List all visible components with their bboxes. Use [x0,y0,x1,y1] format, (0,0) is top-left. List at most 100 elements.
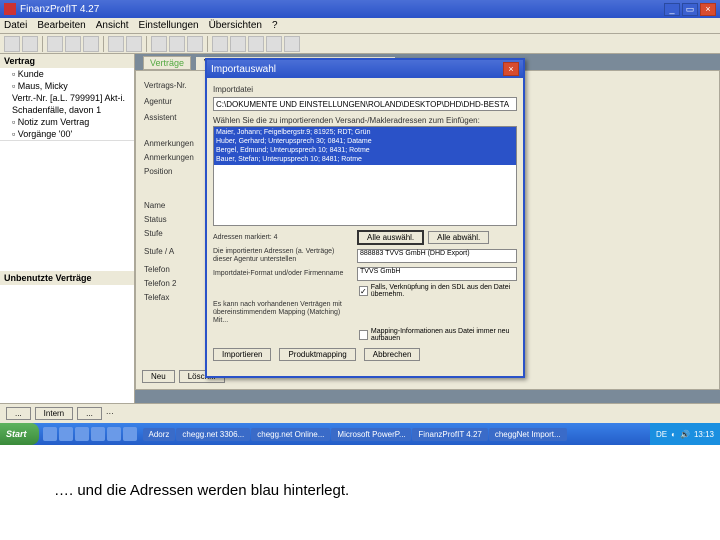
agency-select[interactable]: 888883 TVVS GmbH (DHD Export) [357,249,517,263]
checkbox-label: Falls, Verknüpfung in den SDL aus den Da… [371,284,517,298]
menu-item[interactable]: ? [272,20,278,31]
label: Status [144,215,167,224]
label: Telefon 2 [144,279,176,288]
label: Importdatei [213,85,253,94]
app-window: FinanzProfIT 4.27 _ ▭ × Datei Bearbeiten… [0,0,720,445]
toolbar-button[interactable] [22,36,38,52]
dialog-close-button[interactable]: × [503,62,519,76]
toolbar-button[interactable] [126,36,142,52]
toolbar-button[interactable] [212,36,228,52]
task-item[interactable]: Adorz [143,428,176,441]
select-all-button[interactable]: Alle auswähl. [357,230,424,245]
tree-item[interactable]: Schadenfälle, davon 1 [0,104,134,116]
task-item[interactable]: chegg.net Online... [251,428,330,441]
ql-icon[interactable] [123,427,137,441]
bottom-button[interactable]: ... [77,407,102,420]
bottom-sep: ··· [106,409,114,418]
quick-launch [39,427,141,441]
task-item[interactable]: FinanzProfIT 4.27 [412,428,487,441]
label: Telefon [144,265,170,274]
slide-caption: …. und die Adressen werden blau hinterle… [54,482,349,499]
ql-icon[interactable] [91,427,105,441]
import-button[interactable]: Importieren [213,348,271,361]
label: Stufe / A [144,247,174,256]
toolbar-button[interactable] [284,36,300,52]
cancel-button[interactable]: Abbrechen [364,348,421,361]
toolbar-button[interactable] [151,36,167,52]
checkbox[interactable]: ✓ [359,286,368,296]
separator [42,36,43,52]
tree-header[interactable]: Vertrag [0,54,134,68]
app-icon [4,3,16,15]
menu-item[interactable]: Datei [4,20,27,31]
tree-item[interactable]: ▫ Maus, Micky [0,80,134,92]
toolbar-button[interactable] [47,36,63,52]
tree-item[interactable]: Vertr.-Nr. [a.L. 799991] Akt-i. [0,92,134,104]
tree-item[interactable]: ▫ Kunde [0,68,134,80]
label: Importdatei-Format und/oder Firmenname [213,270,353,278]
label: Stufe [144,229,163,238]
task-item[interactable]: chegg.net 3306... [176,428,250,441]
minimize-button[interactable]: _ [664,3,680,16]
tree-panel: Vertrag ▫ Kunde ▫ Maus, Micky Vertr.-Nr.… [0,54,135,409]
task-item[interactable]: cheggNet Import... [489,428,567,441]
menu-item[interactable]: Ansicht [96,20,129,31]
toolbar-button[interactable] [230,36,246,52]
lang-indicator[interactable]: DE [656,430,667,439]
label: Wählen Sie die zu importierenden Versand… [213,116,480,125]
label: Position [144,167,172,176]
separator [103,36,104,52]
new-button[interactable]: Neu [142,370,175,383]
format-select[interactable]: TVVS GmbH [357,267,517,281]
toolbar-button[interactable] [65,36,81,52]
task-item[interactable]: Microsoft PowerP... [331,428,411,441]
checkbox-label: Mapping-Informationen aus Datei immer ne… [371,328,517,342]
tree-item[interactable]: ▫ Notiz zum Vertrag [0,116,134,128]
toolbar-button[interactable] [4,36,20,52]
separator [146,36,147,52]
toolbar-button[interactable] [83,36,99,52]
ql-icon[interactable] [43,427,57,441]
tray-icon[interactable]: 🔊 [680,430,690,439]
bottom-toolbar: ... Intern ... ··· [0,403,720,423]
import-dialog: Importauswahl × Importdatei Wählen Sie d… [205,58,525,378]
mapping-button[interactable]: Produktmapping [279,348,355,361]
ql-icon[interactable] [75,427,89,441]
bottom-button[interactable]: ... [6,407,31,420]
tree-header[interactable]: Unbenutzte Verträge [0,271,134,285]
checkbox[interactable] [359,330,368,340]
taskbar: Start Adorz chegg.net 3306... chegg.net … [0,423,720,445]
bottom-button[interactable]: Intern [35,407,73,420]
toolbar-button[interactable] [169,36,185,52]
path-input[interactable] [213,97,517,111]
task-list: Adorz chegg.net 3306... chegg.net Online… [141,428,651,441]
clock[interactable]: 13:13 [694,430,714,439]
menu-item[interactable]: Bearbeiten [37,20,85,31]
menu-item[interactable]: Übersichten [209,20,262,31]
label: Die importierten Adressen (a. Verträge) … [213,248,353,264]
toolbar-button[interactable] [108,36,124,52]
tree-item[interactable]: ▫ Vorgänge '00' [0,128,134,140]
toolbar-button[interactable] [187,36,203,52]
tab-label[interactable]: Verträge [143,56,191,70]
label: Vertrags-Nr. [144,81,187,90]
label: Anmerkungen [144,153,194,162]
menu-item[interactable]: Einstellungen [139,20,199,31]
dialog-titlebar: Importauswahl × [207,60,523,78]
maximize-button[interactable]: ▭ [682,3,698,16]
list-selection[interactable]: Maier, Johann; Feigelbergstr.9; 81925; R… [214,127,516,165]
close-button[interactable]: × [700,3,716,16]
system-tray: DE ◐ 🔊 13:13 [650,423,720,445]
app-title: FinanzProfIT 4.27 [20,4,99,15]
label: Name [144,201,165,210]
deselect-all-button[interactable]: Alle abwähl. [428,231,489,244]
tray-icon[interactable]: ◐ [671,430,676,439]
toolbar-button[interactable] [248,36,264,52]
count-label: Adressen markiert: 4 [213,234,353,242]
ql-icon[interactable] [107,427,121,441]
toolbar-button[interactable] [266,36,282,52]
ql-icon[interactable] [59,427,73,441]
start-button[interactable]: Start [0,423,39,445]
menubar: Datei Bearbeiten Ansicht Einstellungen Ü… [0,18,720,34]
address-list[interactable]: Maier, Johann; Feigelbergstr.9; 81925; R… [213,126,517,226]
